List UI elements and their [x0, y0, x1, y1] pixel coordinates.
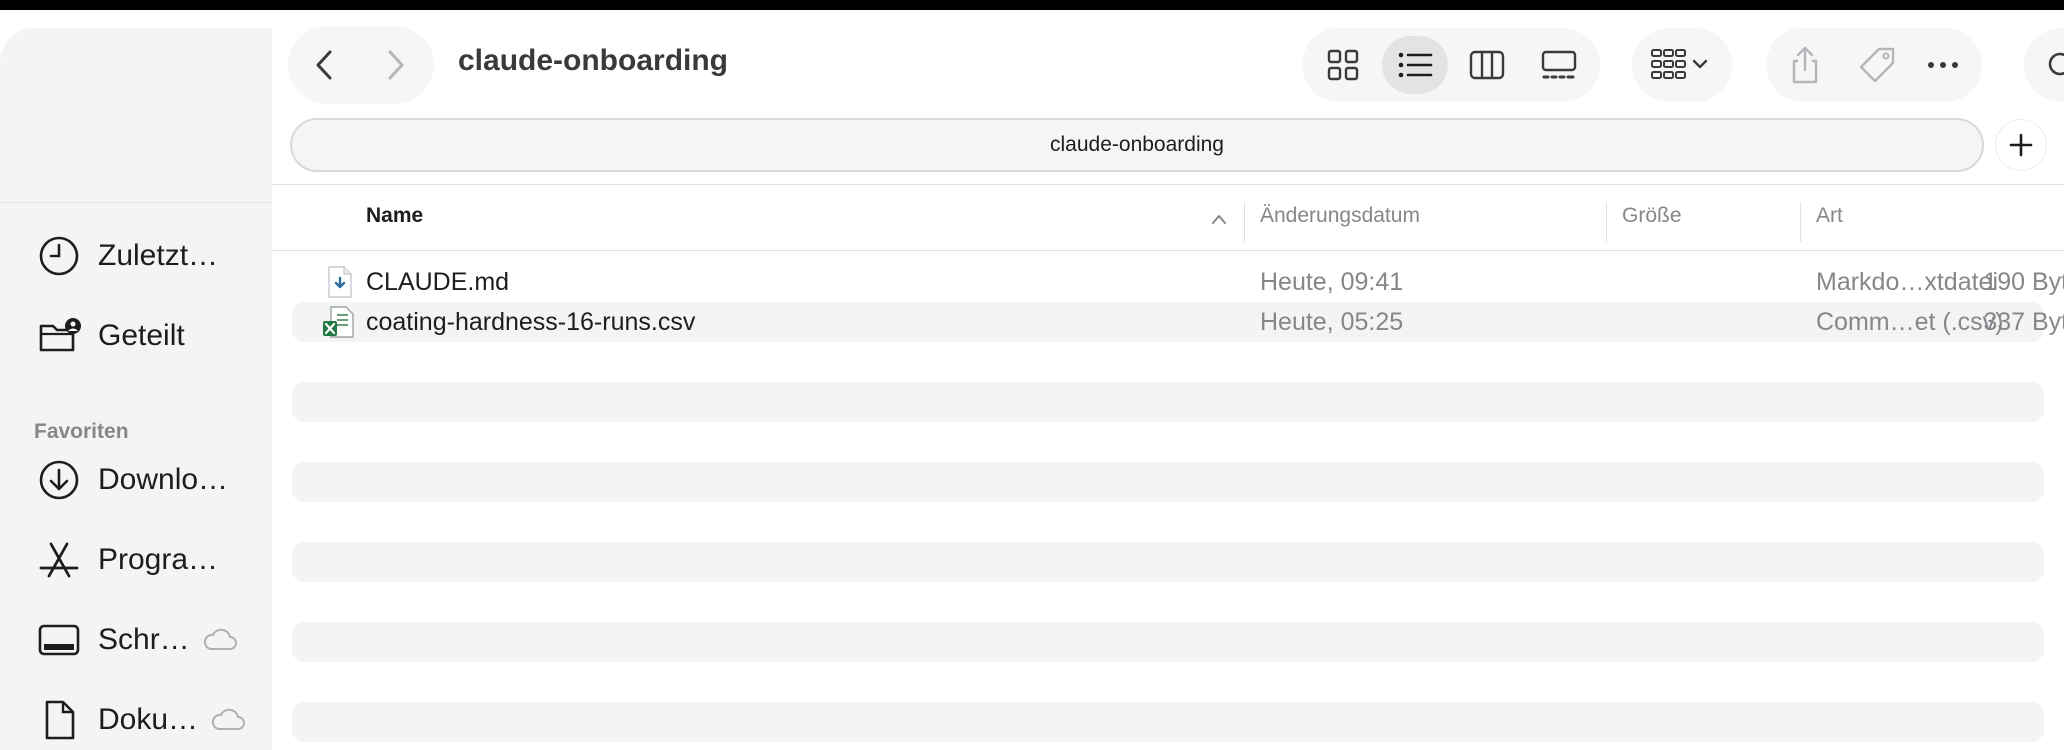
chevron-right-icon	[388, 50, 404, 80]
new-tab-button[interactable]	[1996, 120, 2046, 170]
desktop-icon	[36, 617, 82, 663]
sidebar-item-shared[interactable]: Geteilt	[36, 308, 272, 364]
sidebar-item-label: Schr…	[98, 623, 190, 656]
icloud-icon	[211, 708, 246, 730]
icon-view-button[interactable]	[1310, 36, 1376, 94]
shared-folder-icon	[36, 313, 82, 359]
column-separator[interactable]	[1244, 202, 1245, 242]
back-button[interactable]	[300, 40, 350, 90]
sidebar-item-applications[interactable]: Progra…	[36, 532, 272, 588]
chevron-left-icon	[316, 50, 332, 80]
toolbar-divider	[272, 184, 2064, 185]
list-icon	[1398, 52, 1433, 78]
column-header-kind[interactable]: Art	[1816, 198, 1843, 234]
empty-row	[292, 542, 2044, 582]
sidebar-item-recents[interactable]: Zuletzt…	[36, 228, 272, 284]
empty-row	[292, 462, 2044, 502]
share-icon	[1792, 46, 1818, 84]
empty-row	[292, 622, 2044, 662]
tab-bar[interactable]: claude-onboarding	[290, 118, 1984, 172]
markdown-file-icon	[328, 266, 352, 298]
window-title: claude-onboarding	[458, 44, 728, 77]
header-divider	[272, 250, 2064, 251]
sidebar-divider	[0, 202, 272, 203]
share-button[interactable]	[1778, 40, 1832, 90]
sidebar-item-label: Geteilt	[98, 319, 185, 352]
icloud-icon	[203, 628, 237, 650]
plus-icon	[2009, 133, 2033, 157]
column-header-name[interactable]: Name	[366, 198, 423, 234]
gallery-view-button[interactable]	[1526, 36, 1592, 94]
sidebar-item-label: Downlo…	[98, 463, 229, 496]
sidebar-item-documents[interactable]: Doku…	[36, 692, 272, 748]
gallery-icon	[1541, 50, 1577, 79]
sidebar-item-downloads[interactable]: Downlo…	[36, 452, 272, 508]
group-by-button[interactable]	[1632, 28, 1732, 102]
document-icon	[36, 697, 82, 743]
sidebar: Zuletzt… Geteilt Favoriten Downlo… Progr…	[0, 28, 272, 750]
sidebar-section-favorites: Favoriten	[34, 420, 129, 443]
finder-window: Zuletzt… Geteilt Favoriten Downlo… Progr…	[0, 10, 2064, 750]
more-button[interactable]	[1916, 40, 1970, 90]
search-button[interactable]	[2024, 28, 2064, 102]
sidebar-item-label: Zuletzt…	[98, 239, 219, 272]
forward-button[interactable]	[370, 40, 420, 90]
tab-label: claude-onboarding	[1050, 133, 1224, 156]
download-circle-icon	[36, 457, 82, 503]
view-mode-switcher	[1302, 28, 1600, 102]
file-name: CLAUDE.md	[366, 267, 510, 296]
sort-ascending-icon	[1212, 215, 1226, 224]
applications-icon	[36, 537, 82, 583]
tag-button[interactable]	[1850, 40, 1904, 90]
file-name: coating-hardness-16-runs.csv	[366, 307, 696, 336]
action-buttons	[1766, 28, 1982, 102]
file-kind: Comm…et (.csv)	[1816, 307, 2004, 336]
file-date: Heute, 09:41	[1260, 267, 1404, 296]
navigation-buttons	[288, 26, 434, 104]
csv-file-icon	[323, 306, 354, 338]
column-header-size[interactable]: Größe	[1622, 198, 1682, 234]
column-header-date[interactable]: Änderungsdatum	[1260, 198, 1420, 234]
column-view-button[interactable]	[1454, 36, 1520, 94]
sidebar-item-desktop[interactable]: Schr…	[36, 612, 272, 668]
ellipsis-icon	[1928, 62, 1958, 68]
group-grid-icon	[1651, 49, 1708, 79]
empty-row	[292, 702, 2044, 742]
file-kind: Markdo…xtdatei	[1816, 267, 1999, 296]
search-icon	[2048, 52, 2064, 76]
column-separator[interactable]	[1606, 202, 1607, 242]
file-date: Heute, 05:25	[1260, 307, 1404, 336]
file-row[interactable]: coating-hardness-16-runs.csv Heute, 05:2…	[292, 302, 2064, 342]
empty-row	[292, 382, 2044, 422]
list-view-button[interactable]	[1382, 36, 1448, 94]
tag-icon	[1859, 47, 1895, 83]
file-row[interactable]: CLAUDE.md Heute, 09:41 190 Byte Markdo…x…	[292, 262, 2064, 302]
column-separator[interactable]	[1800, 202, 1801, 242]
sidebar-item-label: Doku…	[98, 703, 199, 736]
clock-icon	[36, 233, 82, 279]
grid-icon	[1327, 49, 1359, 81]
columns-icon	[1469, 50, 1505, 80]
sidebar-item-label: Progra…	[98, 543, 219, 576]
